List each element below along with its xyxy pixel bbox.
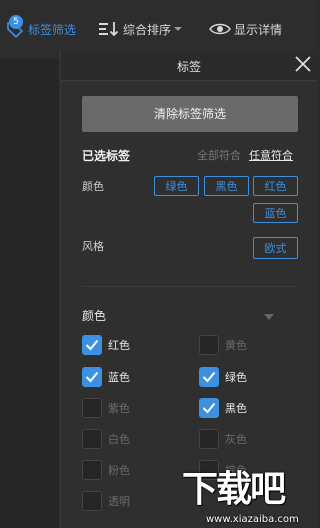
color-option-label: 黑色 (225, 402, 247, 415)
checkbox-unchecked[interactable] (199, 335, 219, 355)
color-option-blue[interactable]: 蓝色 (82, 366, 130, 388)
chevron-down-icon (174, 27, 183, 31)
selected-group-label-style: 风格 (82, 240, 104, 253)
background-content (0, 58, 58, 528)
color-option-label: 红色 (108, 339, 130, 352)
clear-tag-filter-button[interactable]: 清除标签筛选 (82, 96, 298, 132)
color-option-black[interactable]: 黑色 (199, 397, 247, 419)
selected-tags-title: 已选标签 (82, 149, 131, 163)
color-option-label: 黄色 (225, 339, 247, 352)
eye-icon (208, 18, 232, 40)
selected-tag-chip[interactable]: 绿色 (154, 176, 199, 196)
color-option-label: 紫色 (108, 402, 130, 415)
checkbox-unchecked[interactable] (199, 429, 219, 449)
sort-dropdown[interactable]: 综合排序 (97, 18, 183, 40)
tag-filter-label: 标签筛选 (28, 22, 77, 37)
color-option-red[interactable]: 红色 (82, 334, 130, 356)
checkbox-unchecked[interactable] (82, 398, 102, 418)
selected-tag-chip[interactable]: 蓝色 (253, 203, 298, 223)
checkbox-unchecked[interactable] (82, 491, 102, 511)
checkmark-icon (202, 371, 216, 383)
watermark-logo: 下载吧 (182, 469, 286, 510)
selected-tag-chip[interactable]: 欧式 (253, 237, 298, 259)
checkbox-checked[interactable] (199, 367, 219, 387)
show-detail-button[interactable]: 显示详情 (208, 18, 282, 40)
checkbox-checked[interactable] (82, 335, 102, 355)
match-all-option[interactable]: 全部符合 (197, 147, 241, 163)
color-option-label: 粉色 (108, 464, 130, 477)
selected-tag-chip[interactable]: 红色 (253, 176, 298, 196)
color-option-label: 透明 (108, 495, 130, 508)
color-option-label: 绿色 (225, 371, 247, 384)
watermark-url: www.xiazaiba.com (206, 514, 299, 525)
filter-count-badge: 5 (9, 15, 23, 29)
tag-panel: 标签 清除标签筛选 已选标签 全部符合 任意符合 颜色 绿色 黑色 红色 蓝色 … (60, 50, 317, 528)
checkmark-icon (85, 371, 99, 383)
color-option-transparent[interactable]: 透明 (82, 490, 130, 512)
color-option-label: 蓝色 (108, 371, 130, 384)
sort-icon (97, 18, 123, 40)
checkbox-unchecked[interactable] (82, 429, 102, 449)
selected-group-label-color: 颜色 (82, 180, 104, 193)
color-option-green[interactable]: 绿色 (199, 366, 247, 388)
match-any-option[interactable]: 任意符合 (249, 147, 293, 163)
color-option-label: 灰色 (225, 433, 247, 446)
checkbox-checked[interactable] (199, 398, 219, 418)
color-option-gray[interactable]: 灰色 (199, 428, 247, 450)
checkmark-icon (85, 339, 99, 351)
panel-header: 标签 (61, 50, 317, 81)
checkmark-icon (202, 402, 216, 414)
color-section-title: 颜色 (82, 309, 107, 323)
show-detail-label: 显示详情 (234, 22, 283, 37)
color-option-pink[interactable]: 粉色 (82, 459, 130, 481)
color-option-white[interactable]: 白色 (82, 428, 130, 450)
color-option-yellow[interactable]: 黄色 (199, 334, 247, 356)
color-option-purple[interactable]: 紫色 (82, 397, 130, 419)
chevron-down-icon[interactable] (264, 314, 274, 320)
checkbox-unchecked[interactable] (82, 460, 102, 480)
close-icon[interactable] (293, 54, 313, 74)
color-option-label: 白色 (108, 433, 130, 446)
panel-title: 标签 (176, 60, 201, 74)
selected-tag-chip[interactable]: 黑色 (204, 176, 249, 196)
section-divider (82, 286, 298, 287)
sort-label: 综合排序 (123, 22, 172, 37)
checkbox-checked[interactable] (82, 367, 102, 387)
